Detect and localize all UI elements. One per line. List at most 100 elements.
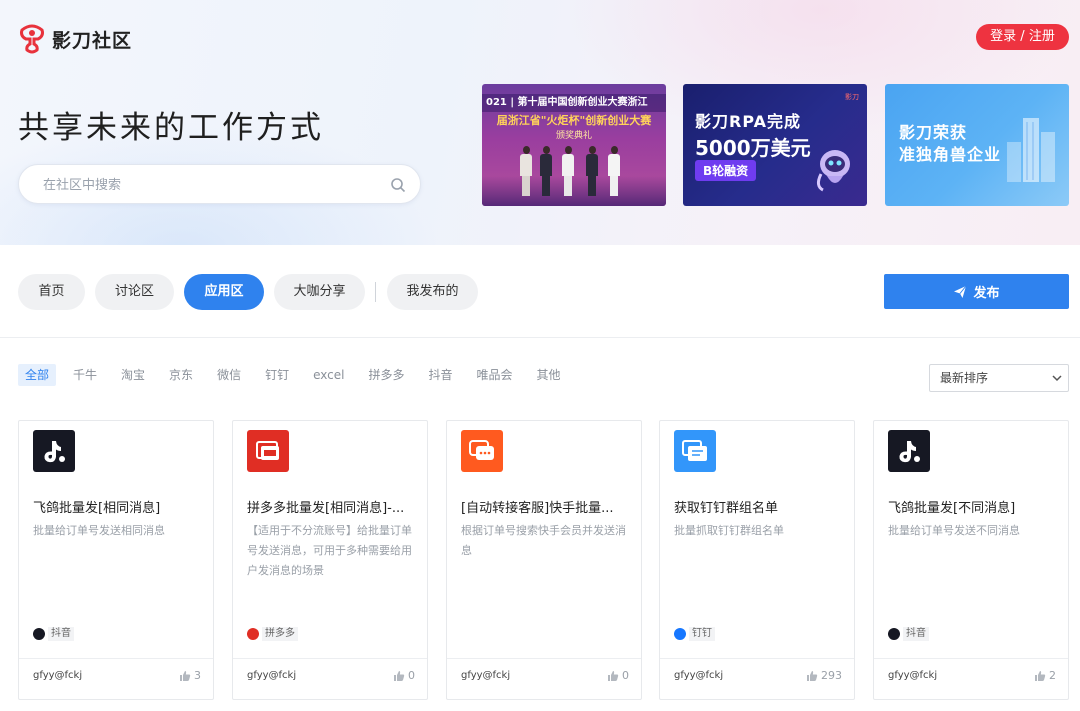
send-icon [954, 285, 967, 298]
thumbs-up-icon [807, 670, 818, 681]
filter-wechat[interactable]: 微信 [210, 364, 248, 386]
tab-home[interactable]: 首页 [18, 274, 85, 310]
filter-pinduoduo[interactable]: 拼多多 [361, 364, 411, 386]
kuaishou-service-icon [461, 430, 503, 472]
card-description: 批量抓取钉钉群组名单 [674, 524, 784, 537]
app-card[interactable]: 飞鸽批量发[相同消息] 批量给订单号发送相同消息 抖音 gfyy@fckj 3 [18, 420, 214, 700]
tab-expert-share[interactable]: 大咖分享 [274, 274, 365, 310]
card-likes[interactable]: 0 [393, 669, 415, 682]
thumbs-up-icon [1035, 670, 1046, 681]
banner-title-line-2: 准独角兽企业 [899, 145, 1002, 164]
card-divider [233, 658, 427, 659]
main-nav: 首页 讨论区 应用区 大咖分享 我发布的 发布 [0, 274, 1080, 310]
filter-excel[interactable]: excel [306, 364, 351, 386]
building-icon [1007, 118, 1055, 182]
card-title[interactable]: [自动转接客服]快手批量... [461, 497, 629, 516]
likes-count: 293 [821, 669, 842, 682]
card-description: 根据订单号搜索快手会员并发送消息 [461, 524, 626, 557]
card-tag: 拼多多 [247, 627, 298, 641]
filter-taobao[interactable]: 淘宝 [114, 364, 152, 386]
banner-headline: 021 | 第十届中国创新创业大赛浙江 [482, 94, 666, 112]
app-card[interactable]: [自动转接客服]快手批量... 根据订单号搜索快手会员并发送消息 gfyy@fc… [446, 420, 642, 700]
card-tag-label: 拼多多 [262, 627, 298, 641]
card-author: gfyy@fckj [674, 670, 724, 681]
logo-text: 影刀社区 [52, 29, 133, 52]
card-likes[interactable]: 0 [607, 669, 629, 682]
card-divider [19, 658, 213, 659]
card-author: gfyy@fckj [247, 670, 297, 681]
filter-qianniu[interactable]: 千牛 [66, 364, 104, 386]
search-box[interactable] [18, 164, 421, 204]
dingtalk-icon [674, 628, 686, 640]
card-likes[interactable]: 293 [806, 669, 842, 682]
banner-title: 影刀RPA完成 [695, 112, 801, 131]
person-figure [520, 146, 532, 196]
dingtalk-icon [674, 430, 716, 472]
card-likes[interactable]: 2 [1034, 669, 1056, 682]
card-title[interactable]: 飞鸽批量发[不同消息] [888, 497, 1056, 516]
publish-label: 发布 [973, 286, 1000, 301]
thumbs-up-icon [180, 670, 191, 681]
hero-title: 共享未来的工作方式 [18, 110, 324, 146]
thumbs-up-icon [394, 670, 405, 681]
banner-title-line-1: 影刀荣获 [899, 123, 968, 142]
chevron-down-icon [1052, 375, 1062, 382]
site-logo[interactable]: 影刀社区 [18, 24, 132, 54]
likes-count: 3 [194, 669, 201, 682]
sort-select[interactable]: 最新排序 [929, 364, 1069, 392]
card-divider [874, 658, 1068, 659]
login-register-button[interactable]: 登录 / 注册 [976, 24, 1069, 50]
card-tag-label: 抖音 [903, 627, 929, 641]
app-card[interactable]: 飞鸽批量发[不同消息] 批量给订单号发送不同消息 抖音 gfyy@fckj 2 [873, 420, 1069, 700]
likes-count: 0 [408, 669, 415, 682]
stage-graphic [482, 176, 666, 206]
pinduoduo-icon [247, 628, 259, 640]
filter-all[interactable]: 全部 [18, 364, 57, 386]
banner-tag: B轮融资 [695, 160, 757, 181]
card-tag: 钉钉 [674, 627, 715, 641]
logo-icon [20, 24, 44, 54]
robot-mascot-icon [816, 150, 850, 192]
banner-funding[interactable]: 影刀 影刀RPA完成 5000万美元 B轮融资 [683, 84, 867, 206]
card-title[interactable]: 获取钉钉群组名单 [674, 497, 842, 516]
banner-award-ceremony[interactable]: 021 | 第十届中国创新创业大赛浙江 届浙江省"火炬杯"创新创业大赛 颁奖典礼 [482, 84, 666, 206]
card-author: gfyy@fckj [888, 670, 938, 681]
tab-my-posts[interactable]: 我发布的 [387, 274, 478, 310]
card-title[interactable]: 拼多多批量发[相同消息]-... [247, 497, 415, 516]
app-card[interactable]: 拼多多批量发[相同消息]-... 【适用于不分流账号】给批量订单号发送消息，可用… [232, 420, 428, 700]
section-divider [0, 337, 1080, 338]
publish-button[interactable]: 发布 [884, 274, 1069, 309]
card-description: 【适用于不分流账号】给批量订单号发送消息，可用于多种需要给用户发消息的场景 [247, 524, 412, 577]
app-card[interactable]: 获取钉钉群组名单 批量抓取钉钉群组名单 钉钉 gfyy@fckj 293 [659, 420, 855, 700]
likes-count: 2 [1049, 669, 1056, 682]
douyin-icon [888, 628, 900, 640]
banner-title: 影刀荣获 准独角兽企业 [899, 122, 1001, 166]
card-description: 批量给订单号发送相同消息 [33, 524, 165, 537]
person-figure [540, 146, 552, 196]
banner-unicorn[interactable]: 影刀荣获 准独角兽企业 [885, 84, 1069, 206]
douyin-icon [33, 430, 75, 472]
pinduoduo-icon [247, 430, 289, 472]
filter-vipshop[interactable]: 唯品会 [470, 364, 520, 386]
nav-separator [375, 282, 376, 302]
banner-subline: 届浙江省"火炬杯"创新创业大赛 [496, 114, 652, 127]
card-likes[interactable]: 3 [179, 669, 201, 682]
person-figure [608, 146, 620, 196]
person-figure [562, 146, 574, 196]
likes-count: 0 [622, 669, 629, 682]
sort-label: 最新排序 [940, 371, 989, 385]
douyin-icon [888, 430, 930, 472]
filter-douyin[interactable]: 抖音 [422, 364, 460, 386]
filter-other[interactable]: 其他 [530, 364, 568, 386]
filter-jd[interactable]: 京东 [162, 364, 200, 386]
search-icon[interactable] [390, 177, 406, 193]
search-input[interactable] [43, 174, 383, 196]
card-title[interactable]: 飞鸽批量发[相同消息] [33, 497, 201, 516]
tab-apps[interactable]: 应用区 [184, 274, 264, 310]
tab-discussion[interactable]: 讨论区 [95, 274, 174, 310]
banner-brand: 影刀 [845, 93, 859, 101]
filter-dingtalk[interactable]: 钉钉 [258, 364, 296, 386]
card-author: gfyy@fckj [33, 670, 83, 681]
card-tag: 抖音 [888, 627, 929, 641]
hero-section: 影刀社区 登录 / 注册 共享未来的工作方式 021 | 第十届中国创新创业大赛… [0, 0, 1080, 245]
